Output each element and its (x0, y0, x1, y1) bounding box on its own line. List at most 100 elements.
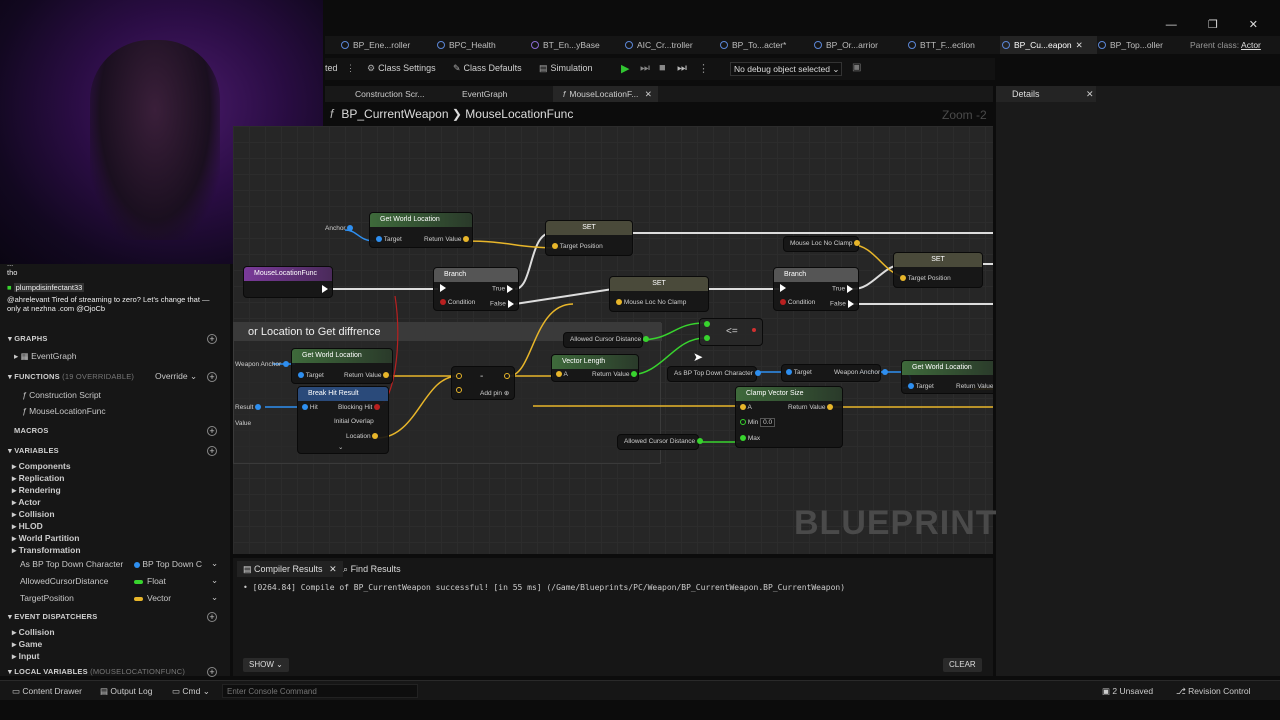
add-variable-icon[interactable]: + (207, 446, 217, 456)
pin-result[interactable] (752, 327, 756, 334)
macros-section[interactable]: MACROS (14, 426, 49, 435)
tab-bp-top-down-character[interactable]: BP_To...acter* (718, 36, 786, 54)
pin-true[interactable]: True (492, 285, 513, 293)
variable-chevron-icon[interactable]: ⌄ (211, 592, 218, 603)
details-tab[interactable]: Details ✕ (996, 86, 1096, 102)
variable-chevron-icon[interactable]: ⌄ (211, 575, 218, 586)
graph-item-event-graph[interactable]: ▸ ▦ EventGraph (14, 351, 76, 362)
pin-max[interactable]: Max (740, 435, 760, 442)
node-branch-2[interactable]: Branch True Condition False (773, 267, 859, 311)
pin-target[interactable]: Target (298, 372, 324, 379)
variable-category-actor[interactable]: ▸ Actor (12, 497, 41, 508)
step-icon[interactable]: ⏭ (640, 62, 650, 75)
pin-target[interactable]: Target (786, 369, 812, 376)
debug-filter-icon[interactable]: ▣ (852, 62, 861, 73)
class-settings-button[interactable]: ⚙ Class Settings (367, 63, 436, 74)
variable-category-hlod[interactable]: ▸ HLOD (12, 521, 43, 532)
clear-button[interactable]: CLEAR (943, 658, 982, 672)
class-defaults-button[interactable]: ✎ Class Defaults (453, 63, 522, 74)
variable-type-bp-top-down[interactable]: BP Top Down C (134, 559, 202, 569)
add-graph-icon[interactable]: + (207, 334, 217, 344)
tab-bp-top-down-controller[interactable]: BP_Top...oller (1096, 36, 1163, 54)
node-branch-1[interactable]: Branch True Condition False (433, 267, 519, 311)
pin-return-value[interactable]: Return Value (424, 236, 470, 243)
weapon-anchor-getter-left[interactable]: Weapon Anchor (235, 361, 289, 368)
stop-icon[interactable]: ■ (659, 62, 666, 74)
node-get-as-bp-top-down-character[interactable]: As BP Top Down Character (667, 366, 761, 382)
more-options-icon[interactable]: ⋮ (346, 63, 355, 73)
content-drawer-button[interactable]: ▭ Content Drawer (12, 686, 82, 697)
node-less-equal[interactable]: <= (699, 318, 763, 346)
node-clamp-vector-size[interactable]: Clamp Vector Size A Return Value Min 0.0… (735, 386, 843, 448)
pin-b[interactable] (704, 335, 710, 342)
variable-category-replication[interactable]: ▸ Replication (12, 473, 64, 484)
min-value-field[interactable]: 0.0 (760, 418, 776, 427)
tab-mouse-location-func[interactable]: f MouseLocationF... ✕ (553, 86, 658, 102)
pin-target[interactable]: Target (908, 383, 934, 390)
expand-chevron-icon[interactable]: ⌄ (338, 443, 343, 451)
variables-section[interactable]: ▾ VARIABLES (8, 446, 59, 455)
add-dispatcher-icon[interactable]: + (207, 612, 217, 622)
pin-hit[interactable]: Hit (302, 404, 318, 411)
variable-type-float[interactable]: Float (134, 576, 166, 586)
console-command-input[interactable] (222, 684, 418, 698)
pin-exec-out[interactable] (322, 285, 328, 293)
variable-chevron-icon[interactable]: ⌄ (211, 558, 218, 569)
variable-category-components[interactable]: ▸ Components (12, 461, 71, 472)
node-set-target-position[interactable]: SET Target Position (545, 220, 633, 256)
pin-condition[interactable]: Condition (780, 299, 815, 306)
node-get-mouse-loc-no-clamp[interactable]: Mouse Loc No Clamp (783, 236, 861, 252)
node-get-world-location-top[interactable]: Get World Location Target Return Value (369, 212, 473, 248)
node-vector-length[interactable]: Vector Length A Return Value (551, 354, 639, 382)
variable-category-rendering[interactable]: ▸ Rendering (12, 485, 61, 496)
pin-true[interactable]: True (832, 285, 853, 293)
override-dropdown[interactable]: Override ⌄ (155, 371, 197, 382)
pin-exec-in[interactable] (780, 284, 786, 292)
unsaved-indicator[interactable]: ▣ 2 Unsaved (1102, 686, 1153, 697)
variable-category-collision[interactable]: ▸ Collision (12, 509, 55, 520)
dispatcher-category-game[interactable]: ▸ Game (12, 639, 42, 650)
node-get-weapon-anchor[interactable]: Target Weapon Anchor (781, 364, 888, 382)
more-icon[interactable]: ⋮ (698, 62, 709, 75)
tab-bp-orc-warrior[interactable]: BP_Or...arrior (812, 36, 878, 54)
pin-target-position[interactable]: Target Position (900, 275, 951, 282)
tab-event-graph[interactable]: EventGraph (452, 86, 507, 102)
tab-btt-detection[interactable]: BTT_F...ection (906, 36, 975, 54)
variable-category-transformation[interactable]: ▸ Transformation (12, 545, 81, 556)
function-item-mouse-location-func[interactable]: ƒ MouseLocationFunc (22, 406, 106, 416)
variable-category-world-partition[interactable]: ▸ World Partition (12, 533, 79, 544)
value-getter[interactable]: Value (235, 420, 251, 427)
close-icon[interactable]: ✕ (329, 564, 337, 574)
pin-a[interactable]: A (740, 404, 752, 411)
add-macro-icon[interactable]: + (207, 426, 217, 436)
tab-bp-enemy-controller[interactable]: BP_Ene...roller (339, 36, 410, 54)
variable-as-bp-top-down-character[interactable]: As BP Top Down Character (20, 559, 123, 569)
parent-class-link[interactable]: Actor (1241, 40, 1261, 50)
graph-canvas[interactable]: or Location to Get diffrence Get World L… (233, 126, 993, 554)
window-controls[interactable]: — ❐ ✕ (1166, 18, 1272, 31)
function-item-construction-script[interactable]: ƒ Construction Script (22, 390, 101, 400)
pin-return-value[interactable]: Return Value (344, 372, 390, 379)
pin-a[interactable]: A (556, 371, 568, 378)
show-dropdown[interactable]: SHOW ⌄ (243, 658, 289, 672)
pin-a[interactable] (456, 373, 462, 380)
simulation-button[interactable]: ▤ Simulation (539, 63, 593, 74)
pin-target[interactable]: Target (376, 236, 402, 243)
debug-object-select[interactable]: No debug object selected ⌄ (730, 62, 842, 76)
dispatcher-category-input[interactable]: ▸ Input (12, 651, 39, 662)
node-function-entry[interactable]: MouseLocationFunc (243, 266, 333, 298)
variable-type-vector[interactable]: Vector (134, 593, 171, 603)
tab-compiler-results[interactable]: ▤ Compiler Results ✕ (237, 561, 343, 577)
functions-section[interactable]: ▾ FUNCTIONS (19 OVERRIDABLE) (8, 372, 134, 381)
output-log-button[interactable]: ▤ Output Log (100, 686, 152, 697)
pin-false[interactable]: False (830, 300, 854, 308)
dispatcher-category-collision[interactable]: ▸ Collision (12, 627, 55, 638)
pin-condition[interactable]: Condition (440, 299, 475, 306)
pin-return-value[interactable]: Return Value (788, 404, 834, 411)
anchor-getter[interactable]: Anchor (325, 225, 354, 232)
breadcrumb-root[interactable]: BP_CurrentWeapon (341, 107, 448, 121)
event-dispatchers-section[interactable]: ▾ EVENT DISPATCHERS (8, 612, 97, 621)
pin-mouse-loc-no-clamp[interactable]: Mouse Loc No Clamp (616, 299, 686, 306)
tab-find-results[interactable]: ⌕ Find Results (343, 561, 401, 577)
tab-aic-controller[interactable]: AIC_Cr...troller (623, 36, 693, 54)
